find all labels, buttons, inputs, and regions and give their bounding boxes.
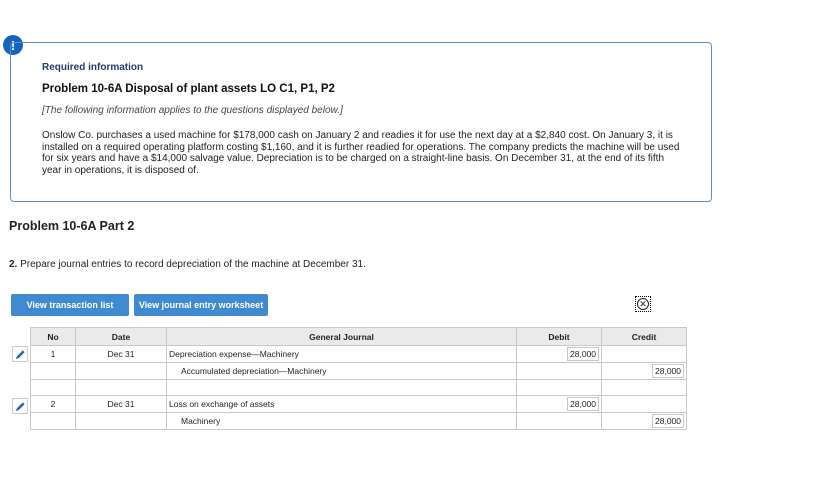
table-row: Machinery 28,000: [30, 412, 687, 430]
edit-entry-2-button[interactable]: [12, 398, 28, 414]
table-row: 1 Dec 31 Depreciation expense—Machinery …: [30, 345, 687, 363]
header-debit: Debit: [516, 327, 602, 346]
table-row: Accumulated depreciation—Machinery 28,00…: [30, 362, 687, 380]
entry-date: Dec 31: [75, 395, 167, 413]
part-title: Problem 10-6A Part 2: [9, 219, 135, 233]
required-information-box: Required information Problem 10-6A Dispo…: [10, 42, 712, 202]
debit-amount: 28,000: [567, 397, 599, 411]
credit-account: Accumulated depreciation—Machinery: [166, 362, 517, 380]
entry-number: 1: [30, 345, 76, 363]
question: 2. Prepare journal entries to record dep…: [9, 259, 366, 270]
entry-date: Dec 31: [75, 345, 167, 363]
pencil-icon: [15, 349, 25, 359]
debit-amount: 28,000: [567, 347, 599, 361]
header-credit: Credit: [601, 327, 687, 346]
header-no: No: [30, 327, 76, 346]
credit-amount: 28,000: [652, 414, 684, 428]
info-note: [The following information applies to th…: [42, 105, 343, 116]
credit-amount: 28,000: [652, 364, 684, 378]
table-row: [30, 379, 687, 396]
view-transaction-list-button[interactable]: View transaction list: [11, 294, 129, 316]
problem-description: Onslow Co. purchases a used machine for …: [42, 130, 680, 176]
header-general-journal: General Journal: [166, 327, 517, 346]
credit-account: Machinery: [166, 412, 517, 430]
close-icon: ✕: [637, 298, 649, 310]
table-header-row: No Date General Journal Debit Credit: [30, 327, 687, 346]
view-journal-entry-worksheet-button[interactable]: View journal entry worksheet: [134, 294, 268, 316]
problem-title: Problem 10-6A Disposal of plant assets L…: [42, 83, 335, 95]
table-row: 2 Dec 31 Loss on exchange of assets 28,0…: [30, 395, 687, 413]
pencil-icon: [15, 401, 25, 411]
header-date: Date: [75, 327, 167, 346]
info-heading: Required information: [42, 62, 144, 73]
entry-number: 2: [30, 395, 76, 413]
close-button[interactable]: ✕: [635, 296, 651, 312]
journal-table: No Date General Journal Debit Credit 1 D…: [30, 327, 687, 430]
debit-account: Depreciation expense—Machinery: [166, 345, 517, 363]
question-text: Prepare journal entries to record deprec…: [17, 259, 366, 270]
debit-account: Loss on exchange of assets: [166, 395, 517, 413]
edit-entry-1-button[interactable]: [12, 346, 28, 362]
